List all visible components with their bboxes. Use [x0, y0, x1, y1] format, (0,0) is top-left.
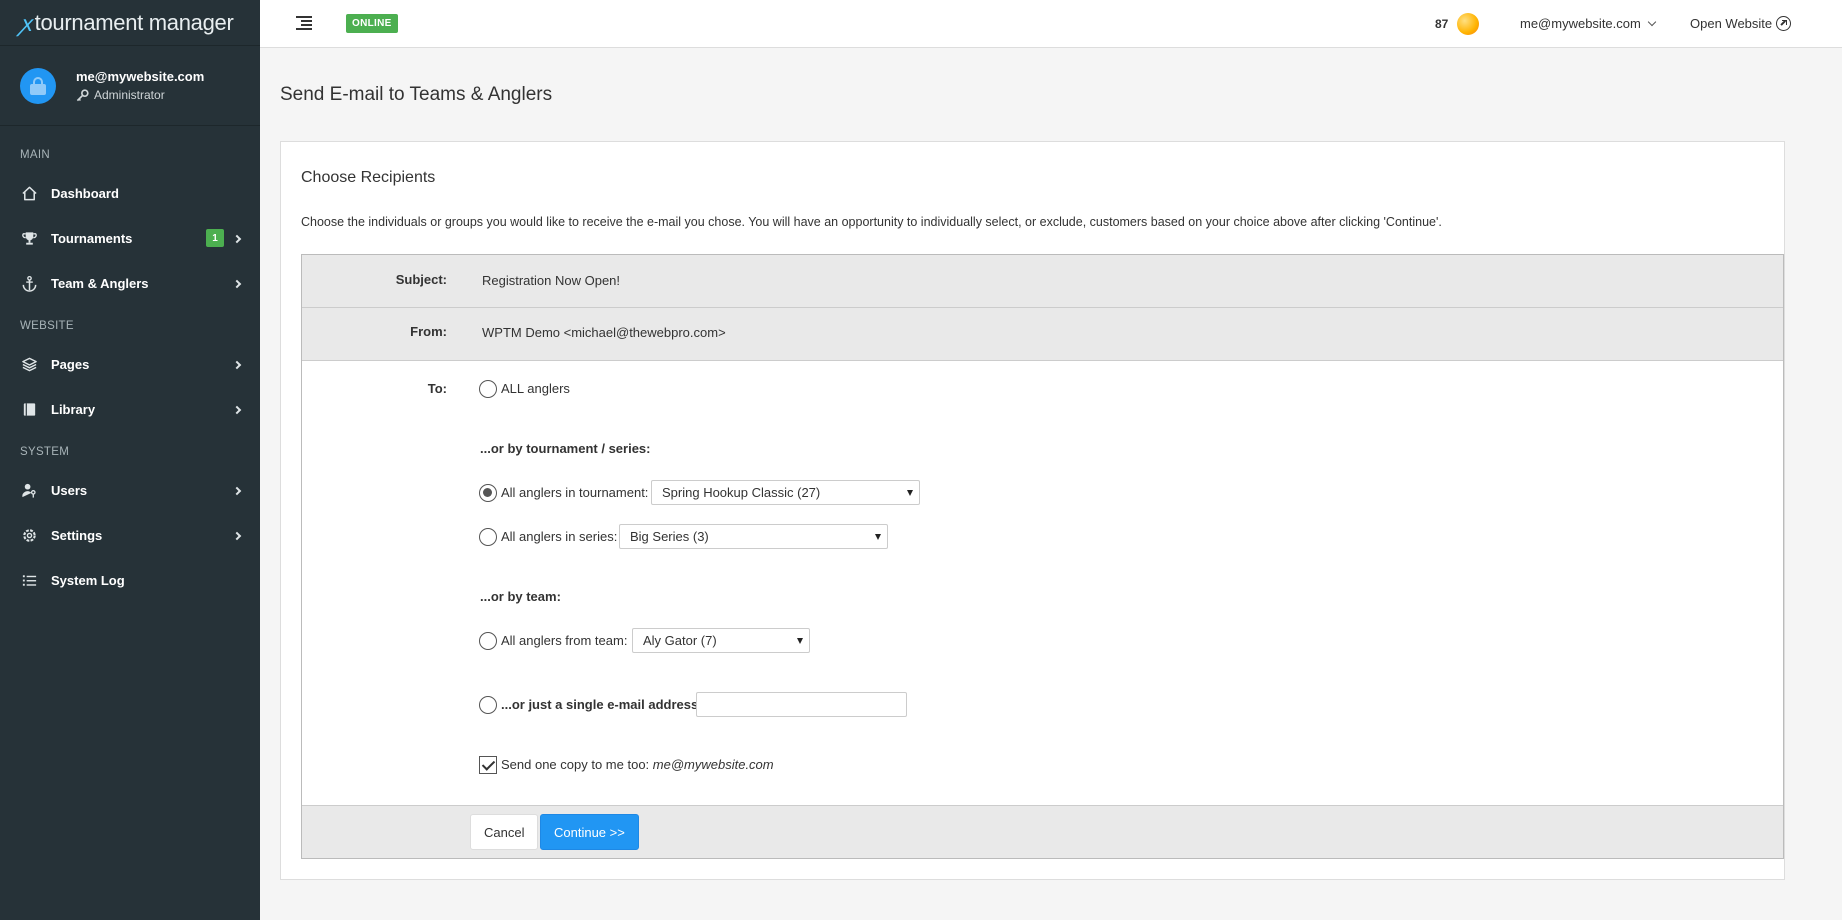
sidebar-item-label: Users	[51, 483, 88, 498]
sidebar-item-label: Pages	[51, 357, 90, 372]
sidebar-user-role: Administrator	[94, 88, 165, 102]
user-block: me@mywebsite.com Administrator	[0, 46, 260, 126]
copy-to-me-row[interactable]: Send one copy to me too: me@mywebsite.co…	[501, 757, 774, 772]
caret-down-icon	[797, 638, 803, 644]
copy-to-me-label: Send one copy to me too:	[501, 757, 650, 772]
lock-icon	[30, 76, 46, 95]
radio-in-series[interactable]	[479, 528, 497, 546]
from-label: From:	[410, 324, 447, 339]
chevron-right-icon	[232, 279, 242, 288]
chevron-right-icon	[232, 405, 242, 414]
sidebar-item-label: Settings	[51, 528, 103, 543]
key-icon	[76, 88, 89, 101]
team-select-value: Aly Gator (7)	[643, 633, 717, 648]
sidebar-user-role-row: Administrator	[76, 88, 204, 102]
caret-down-icon	[875, 534, 881, 540]
cancel-button[interactable]: Cancel	[470, 814, 539, 850]
section-label-website: WEBSITE	[20, 320, 74, 332]
open-website-link[interactable]: Open Website	[1690, 16, 1792, 31]
user-menu[interactable]: me@mywebsite.com	[1520, 16, 1657, 31]
radio-all-anglers[interactable]	[479, 380, 497, 398]
caret-down-icon	[907, 490, 913, 496]
copy-to-me-checkbox[interactable]	[479, 756, 497, 774]
series-select-value: Big Series (3)	[630, 529, 709, 544]
in-series-label[interactable]: All anglers in series:	[501, 529, 617, 544]
all-anglers-label[interactable]: ALL anglers	[501, 381, 570, 396]
logo-text: tournament manager	[34, 9, 234, 35]
subject-row: Subject: Registration Now Open!	[302, 255, 1783, 308]
sidebar-item-label: Library	[51, 402, 96, 417]
layers-icon	[20, 356, 38, 374]
series-select[interactable]: Big Series (3)	[619, 524, 888, 549]
panel-title: Choose Recipients	[301, 169, 436, 186]
sidebar-item-label: Tournaments	[51, 231, 133, 246]
sidebar-user-email: me@mywebsite.com	[76, 69, 205, 84]
gear-icon	[20, 527, 38, 545]
top-bar: ONLINE 87 me@mywebsite.com Open Website	[260, 0, 1842, 48]
subject-value: Registration Now Open!	[482, 273, 621, 288]
by-tournament-heading: ...or by tournament / series:	[480, 441, 651, 456]
chevron-down-icon	[1647, 17, 1657, 26]
tournaments-badge: 1	[206, 229, 224, 247]
email-form: Subject: Registration Now Open! From: WP…	[301, 254, 1784, 859]
recipients-panel: Choose Recipients Choose the individuals…	[280, 141, 1785, 880]
to-label: To:	[427, 381, 447, 396]
team-select[interactable]: Aly Gator (7)	[632, 628, 810, 653]
sidebar-item-dashboard[interactable]: Dashboard	[0, 171, 260, 216]
tournament-select[interactable]: Spring Hookup Classic (27)	[651, 480, 920, 505]
sidebar-item-label: Dashboard	[51, 186, 119, 201]
subject-label: Subject:	[395, 272, 447, 287]
list-icon	[20, 572, 38, 590]
user-menu-email: me@mywebsite.com	[1520, 16, 1641, 31]
coin-icon	[1457, 13, 1480, 35]
sidebar-item-pages[interactable]: Pages	[0, 342, 260, 387]
sidebar-item-library[interactable]: Library	[0, 387, 260, 432]
from-value: WPTM Demo <michael@thewebpro.com>	[482, 325, 726, 340]
home-icon	[20, 185, 38, 203]
single-email-label[interactable]: ...or just a single e-mail address:	[501, 697, 703, 712]
from-team-label[interactable]: All anglers from team:	[501, 633, 627, 648]
sidebar-item-users[interactable]: Users	[0, 468, 260, 513]
logo-mark: ꭗ	[20, 11, 32, 37]
credits-count: 87	[1435, 17, 1449, 31]
radio-single-email[interactable]	[479, 696, 497, 714]
from-row: From: WPTM Demo <michael@thewebpro.com>	[302, 308, 1783, 361]
panel-description: Choose the individuals or groups you wou…	[301, 215, 1442, 229]
sidebar-item-team-anglers[interactable]: Team & Anglers	[0, 261, 260, 306]
chevron-right-icon	[232, 531, 242, 540]
by-team-heading: ...or by team:	[480, 589, 561, 604]
sidebar-item-settings[interactable]: Settings	[0, 513, 260, 558]
page-title: Send E-mail to Teams & Anglers	[280, 84, 553, 105]
continue-button[interactable]: Continue >>	[540, 814, 639, 850]
sidebar-item-tournaments[interactable]: Tournaments 1	[0, 216, 260, 261]
open-website-label: Open Website	[1690, 16, 1773, 31]
external-link-icon	[1776, 16, 1792, 31]
section-label-main: MAIN	[20, 149, 50, 161]
logo[interactable]: ꭗ tournament manager	[0, 0, 260, 46]
sidebar-item-label: Team & Anglers	[51, 276, 149, 291]
radio-from-team[interactable]	[479, 632, 497, 650]
in-tournament-label[interactable]: All anglers in tournament:	[501, 485, 648, 500]
section-label-system: SYSTEM	[20, 446, 70, 458]
single-email-input[interactable]	[696, 692, 907, 717]
copy-to-me-email: me@mywebsite.com	[652, 757, 774, 772]
sidebar-item-label: System Log	[51, 573, 125, 588]
chevron-right-icon	[232, 360, 242, 369]
chevron-right-icon	[232, 234, 242, 243]
user-key-icon	[20, 482, 38, 500]
avatar	[20, 67, 56, 104]
radio-in-tournament[interactable]	[479, 484, 497, 502]
anchor-icon	[20, 275, 38, 293]
chevron-right-icon	[232, 486, 242, 495]
status-badge: ONLINE	[346, 14, 398, 33]
trophy-icon	[20, 230, 38, 248]
form-footer: Cancel Continue >>	[302, 805, 1783, 858]
menu-toggle-icon[interactable]	[296, 16, 312, 30]
sidebar-item-system-log[interactable]: System Log	[0, 558, 260, 603]
credits-display[interactable]: 87	[1435, 13, 1480, 35]
book-icon	[20, 401, 38, 419]
tournament-select-value: Spring Hookup Classic (27)	[662, 485, 821, 500]
sidebar: ꭗ tournament manager me@mywebsite.com Ad…	[0, 0, 260, 920]
